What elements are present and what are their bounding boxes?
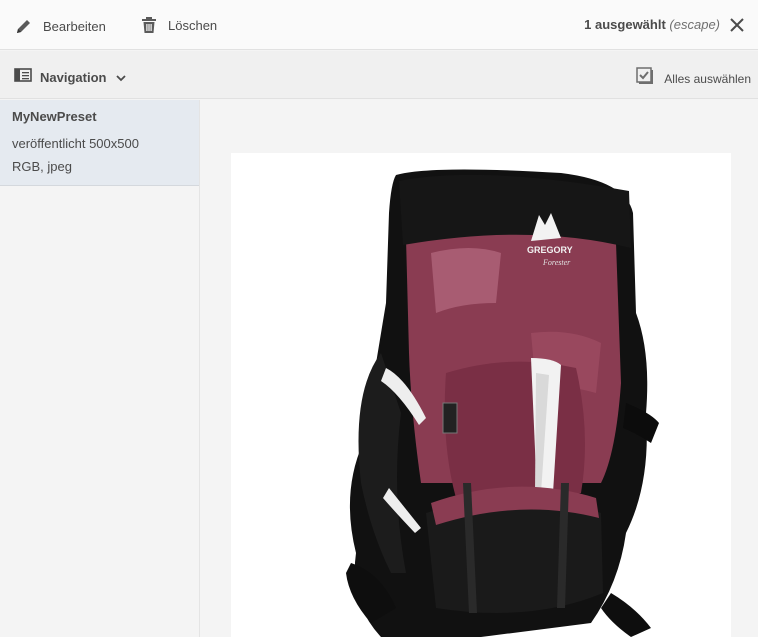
left-rail: MyNewPreset veröffentlicht 500x500 RGB, …	[0, 100, 200, 637]
preview-canvas: GREGORY Forester	[201, 100, 758, 637]
preview-card[interactable]: GREGORY Forester	[231, 153, 731, 637]
rail-toggle-icon	[14, 67, 32, 88]
selection-count: 1 ausgewählt	[584, 17, 666, 32]
preset-status: veröffentlicht 500x500	[12, 136, 139, 151]
select-all-label: Alles auswählen	[664, 71, 751, 86]
escape-hint: (escape)	[669, 17, 720, 32]
delete-button-label: Löschen	[168, 17, 218, 33]
rail-item-preset[interactable]: MyNewPreset veröffentlicht 500x500 RGB, …	[0, 100, 199, 186]
selection-status: 1 ausgewählt (escape)	[584, 17, 720, 32]
chevron-down-icon	[116, 69, 127, 87]
preset-format: RGB, jpeg	[12, 159, 72, 174]
checkbox-icon	[636, 67, 654, 90]
pencil-icon	[15, 17, 33, 35]
navigation-label: Navigation	[40, 70, 107, 85]
brand-logo-text: GREGORY	[527, 245, 573, 255]
select-all-button[interactable]: Alles auswählen	[636, 67, 751, 90]
trash-icon	[140, 16, 158, 34]
close-icon[interactable]	[729, 17, 745, 33]
sub-toolbar: Navigation Alles auswählen	[0, 51, 758, 99]
action-bar: Bearbeiten Löschen 1 ausgewählt (escape)	[0, 0, 758, 50]
backpack-image: GREGORY Forester	[346, 169, 659, 637]
delete-button[interactable]: Löschen	[140, 16, 217, 34]
navigation-toggle[interactable]: Navigation	[14, 67, 127, 88]
edit-button[interactable]: Bearbeiten	[15, 17, 106, 35]
edit-button-label: Bearbeiten	[43, 18, 106, 34]
preset-title: MyNewPreset	[12, 109, 97, 124]
brand-script-text: Forester	[542, 258, 571, 267]
